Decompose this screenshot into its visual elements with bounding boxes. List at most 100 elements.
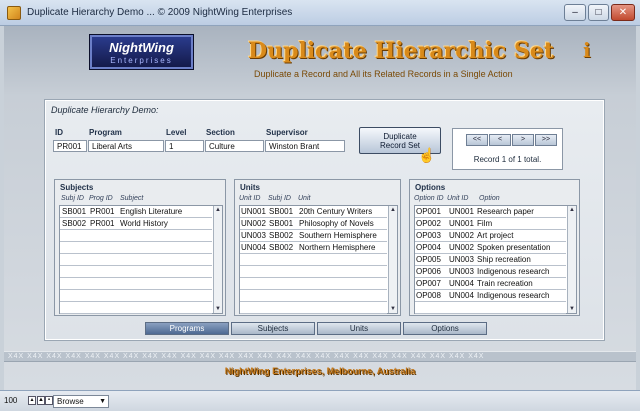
layout-content: NightWing Enterprises Duplicate Hierarch… (4, 26, 636, 390)
subjects-list[interactable]: SB002 PR001 World History SB001 PR001 English… (59, 205, 223, 314)
subjects-row[interactable] (60, 278, 212, 290)
prev-record-button[interactable]: < (489, 134, 511, 146)
tab-options[interactable]: Options (403, 322, 487, 335)
units-row[interactable]: UN002 SB001 Philosophy of Novels (240, 218, 387, 230)
options-col-option: Option (479, 195, 500, 202)
options-row[interactable]: OP003 UN002 Art project (415, 230, 566, 242)
subjects-row[interactable] (60, 266, 212, 278)
units-list[interactable]: UN004 SB002 Northern Hemisphere UN003 SB002 S… (239, 205, 398, 314)
options-col-unit-id: Unit ID (447, 195, 469, 202)
options-col-option-id: Option ID (414, 195, 444, 202)
tab-units[interactable]: Units (317, 322, 401, 335)
units-row[interactable] (240, 290, 387, 302)
units-row[interactable] (240, 266, 387, 278)
options-row[interactable]: OP001 UN001 Research paper (415, 206, 566, 218)
options-row[interactable] (415, 302, 566, 314)
options-row[interactable]: OP004 UN002 Spoken presentation (415, 242, 566, 254)
subjects-row[interactable] (60, 230, 212, 242)
subjects-scrollbar[interactable]: ▲ ▼ (213, 206, 222, 313)
zoom-level[interactable]: 100 (4, 395, 28, 407)
supervisor-field[interactable]: Winston Brant (265, 140, 345, 152)
units-cell: Philosophy of Novels (299, 219, 374, 228)
options-cell: Film (477, 219, 493, 228)
subjects-title: Subjects (60, 183, 94, 192)
options-row[interactable]: OP006 UN003 Indigenous research (415, 266, 566, 278)
options-cell: UN001 (449, 207, 474, 216)
next-record-button[interactable]: > (512, 134, 534, 146)
subjects-row[interactable]: SB001 PR001 English Literature (60, 206, 212, 218)
options-scrollbar[interactable]: ▲ ▼ (567, 206, 576, 313)
subjects-row[interactable]: SB002 PR001 World History (60, 218, 212, 230)
units-cell: UN002 (241, 219, 266, 228)
header-level: Level (166, 128, 187, 137)
panel-title: Duplicate Hierarchy Demo: (51, 105, 159, 115)
options-row[interactable]: OP002 UN001 Film (415, 218, 566, 230)
first-record-button[interactable]: << (466, 134, 488, 146)
decorative-band: X4X X4X X4X X4X X4X X4X X4X X4X X4X X4X … (4, 351, 636, 362)
tab-programs[interactable]: Programs (145, 322, 229, 335)
app-icon (7, 6, 21, 20)
subjects-row[interactable] (60, 242, 212, 254)
subjects-row[interactable] (60, 302, 212, 314)
units-row[interactable] (240, 278, 387, 290)
last-record-button[interactable]: >> (535, 134, 557, 146)
options-cell: OP004 (416, 243, 441, 252)
scroll-up-icon[interactable]: ▲ (389, 206, 397, 214)
units-col-subj-id: Subj ID (268, 195, 291, 202)
minimize-button[interactable]: – (564, 4, 586, 21)
subjects-cell: SB001 (62, 207, 87, 216)
tab-subjects[interactable]: Subjects (231, 322, 315, 335)
info-icon[interactable]: i (583, 38, 591, 62)
id-field[interactable]: PR001 (53, 140, 87, 152)
subjects-portal: Subjects Subj ID Prog ID Subject SB002 PR… (54, 179, 226, 316)
units-col-unit-id: Unit ID (239, 195, 261, 202)
scroll-down-icon[interactable]: ▼ (389, 305, 397, 313)
options-row[interactable]: OP008 UN004 Indigenous research (415, 290, 566, 302)
zoom-in-icon[interactable]: ▲ (37, 396, 45, 405)
page-title: Duplicate Hierarchic Set (248, 38, 555, 64)
options-cell: OP002 (416, 219, 441, 228)
units-row[interactable] (240, 302, 387, 314)
footer-text: NightWing Enterprises, Melbourne, Austra… (224, 366, 416, 376)
maximize-button[interactable]: □ (588, 4, 609, 21)
zoom-out-icon[interactable]: ▴ (28, 396, 36, 405)
status-area-icon[interactable]: ▪ (45, 396, 53, 405)
program-field[interactable]: Liberal Arts (88, 140, 164, 152)
units-row[interactable]: UN001 SB001 20th Century Writers (240, 206, 387, 218)
scroll-up-icon[interactable]: ▲ (568, 206, 576, 214)
header-program: Program (89, 128, 122, 137)
options-cell: OP007 (416, 279, 441, 288)
logo-tagline: Enterprises (110, 56, 173, 65)
options-list[interactable]: OP008 UN004 Indigenous research OP007 UN004 T… (414, 205, 577, 314)
units-cell: SB001 (269, 207, 294, 216)
units-cell: Northern Hemisphere (299, 243, 376, 252)
scroll-down-icon[interactable]: ▼ (214, 305, 222, 313)
subjects-row[interactable] (60, 254, 212, 266)
logo-name: NightWing (109, 40, 174, 55)
header-section: Section (206, 128, 235, 137)
subjects-row[interactable] (60, 290, 212, 302)
section-field[interactable]: Culture (205, 140, 264, 152)
units-row[interactable] (240, 254, 387, 266)
options-title: Options (415, 183, 446, 192)
options-row[interactable]: OP005 UN003 Ship recreation (415, 254, 566, 266)
scroll-down-icon[interactable]: ▼ (568, 305, 576, 313)
units-cell: SB001 (269, 219, 294, 228)
mode-value: Browse (57, 397, 84, 406)
tab-bar: Programs Subjects Units Options (145, 322, 489, 336)
options-cell: Ship recreation (477, 255, 531, 264)
level-field[interactable]: 1 (165, 140, 204, 152)
options-row[interactable]: OP007 UN004 Train recreation (415, 278, 566, 290)
mode-select[interactable]: Browse ▼ (53, 395, 109, 408)
units-scrollbar[interactable]: ▲ ▼ (388, 206, 397, 313)
subjects-cell: PR001 (90, 207, 115, 216)
units-row[interactable]: UN004 SB002 Northern Hemisphere (240, 242, 387, 254)
program-record: ID Program Level Section Supervisor PR00… (53, 128, 347, 158)
close-button[interactable]: ✕ (611, 4, 635, 21)
chevron-down-icon: ▼ (99, 398, 106, 405)
scroll-up-icon[interactable]: ▲ (214, 206, 222, 214)
options-cell: UN003 (449, 255, 474, 264)
units-row[interactable]: UN003 SB002 Southern Hemisphere (240, 230, 387, 242)
units-cell: SB002 (269, 243, 294, 252)
options-portal: Options Option ID Unit ID Option OP008 UN… (409, 179, 580, 316)
